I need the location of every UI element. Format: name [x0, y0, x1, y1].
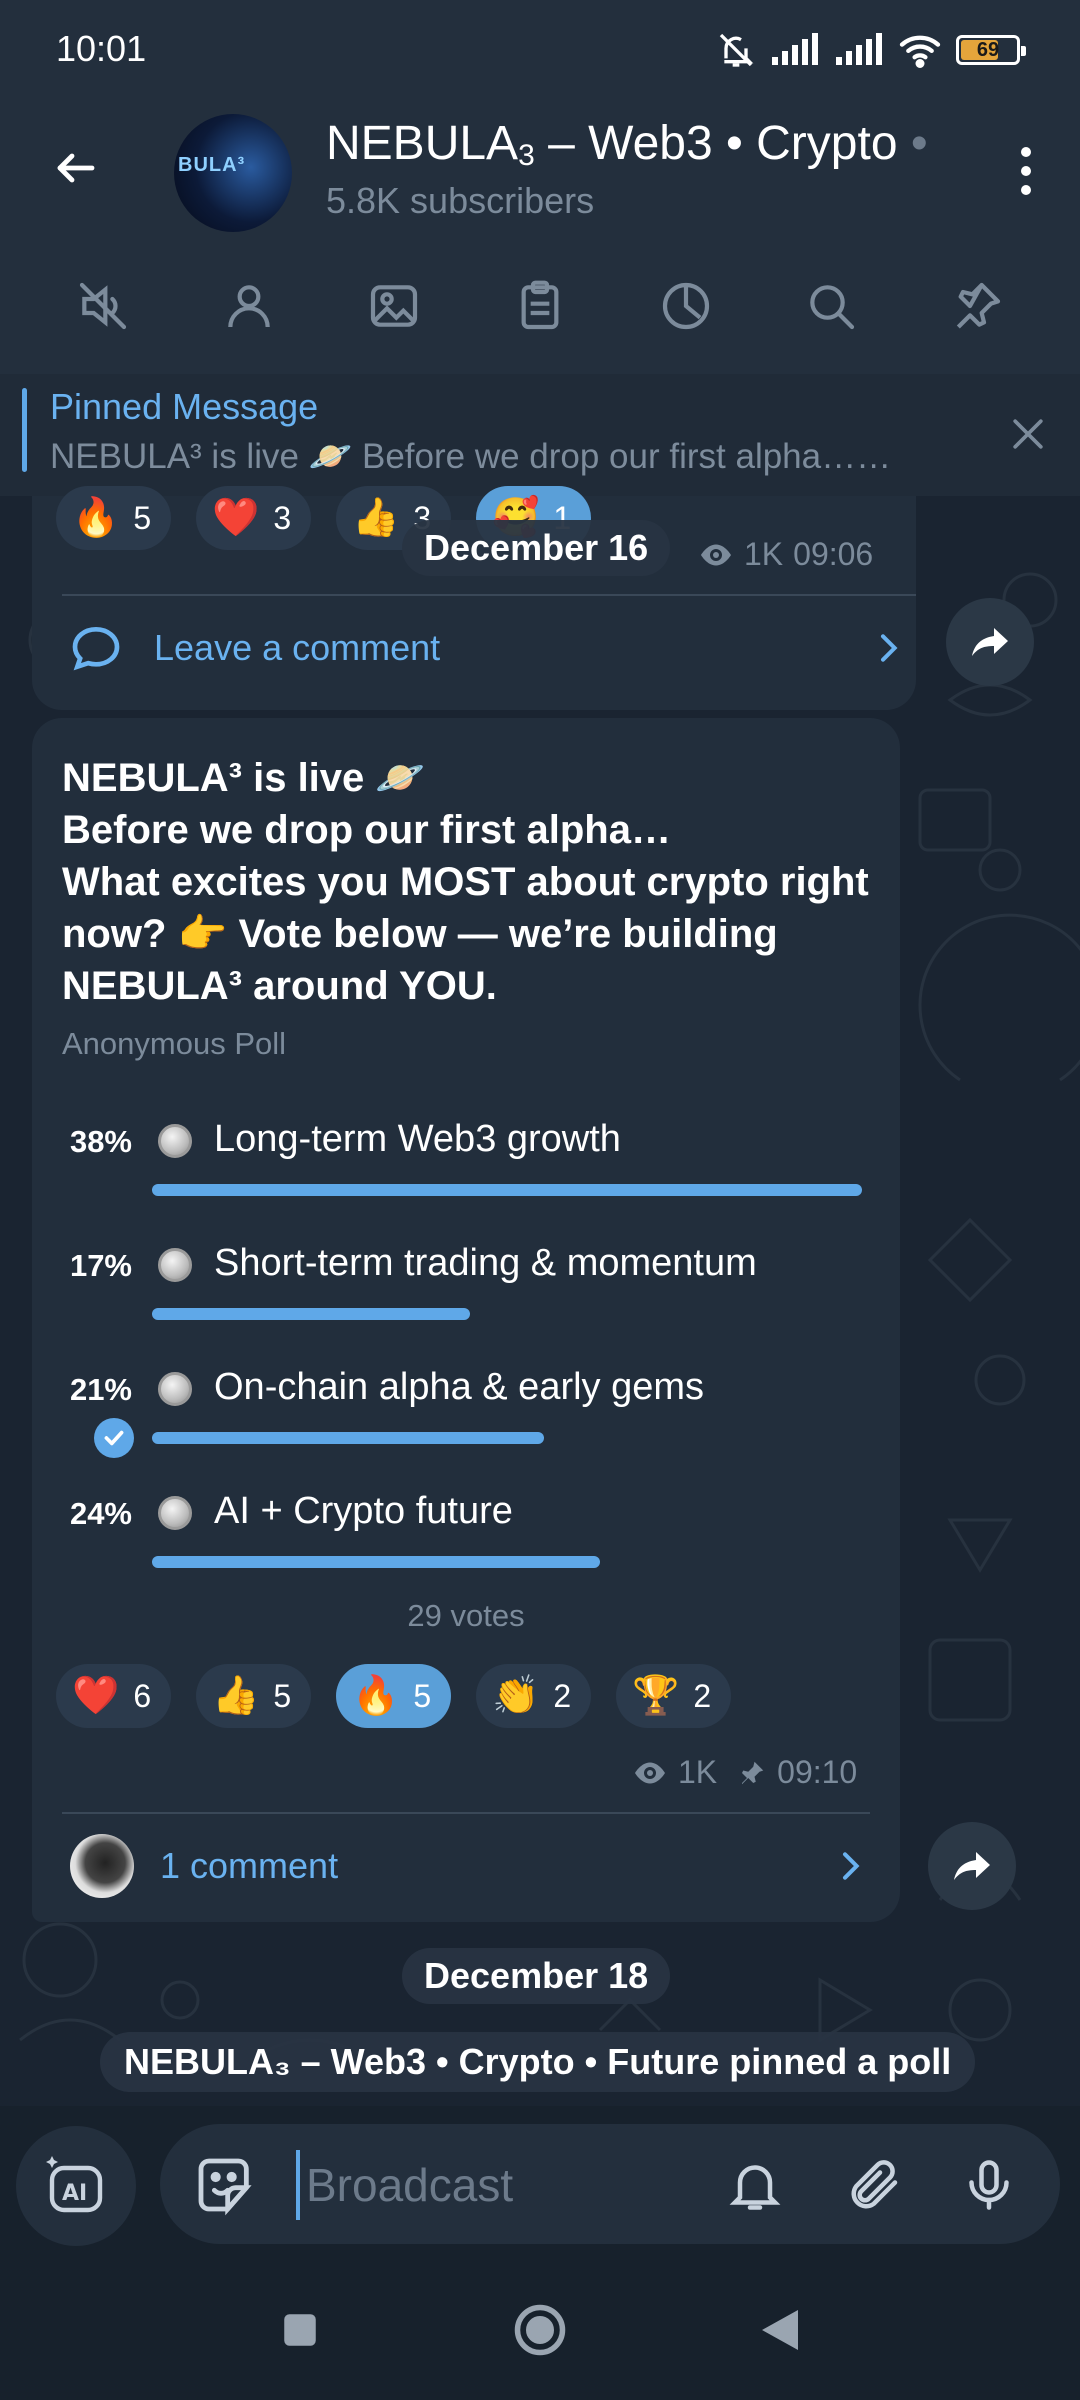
triangle-back-icon — [762, 2310, 798, 2350]
reaction-fire[interactable]: 🔥 5 — [56, 486, 172, 550]
bell-icon[interactable] — [720, 2150, 790, 2220]
svg-text:AI: AI — [62, 2181, 87, 2206]
comments-button[interactable]: 1 comment — [70, 1834, 870, 1898]
home-button[interactable] — [500, 2290, 580, 2370]
commenter-avatar — [70, 1834, 134, 1898]
radio-icon — [158, 1496, 192, 1530]
option-percent: 24% — [69, 1496, 132, 1531]
pinned-message-bar[interactable]: Pinned Message NEBULA³ is live 🪐 Before … — [0, 374, 1080, 496]
battery-icon: 69 — [956, 35, 1026, 65]
subscriber-count: 5.8K subscribers — [326, 180, 595, 221]
avatar-logo-text: BULA³ — [178, 154, 246, 176]
checkmark-icon — [94, 1418, 134, 1458]
square-icon — [284, 2314, 316, 2346]
radio-icon — [158, 1248, 192, 1282]
signal-icon-2 — [836, 33, 882, 65]
option-text: Short-term trading & momentum — [214, 1242, 757, 1284]
views-count: 1K — [678, 1754, 718, 1790]
media-icon[interactable] — [359, 271, 429, 341]
reaction-thumbs-up[interactable]: 👍 5 — [196, 1664, 312, 1728]
vote-count: 29 votes — [407, 1598, 525, 1633]
reaction-clap[interactable]: 👏 2 — [476, 1664, 592, 1728]
close-icon[interactable] — [1006, 412, 1050, 456]
poll-message-bubble: NEBULA³ is live 🪐 Before we drop our fir… — [32, 718, 900, 1922]
status-icons: 69 — [716, 28, 1026, 72]
date-chip: December 16 — [402, 520, 671, 576]
divider — [62, 1812, 870, 1814]
status-time: 10:01 — [56, 28, 147, 69]
arrow-left-icon — [57, 153, 95, 183]
radio-icon — [158, 1124, 192, 1158]
chevron-right-icon — [843, 1852, 860, 1880]
pinned-text: NEBULA³ is live 🪐 Before we drop our fir… — [50, 437, 892, 476]
attach-icon[interactable] — [840, 2150, 910, 2220]
message-time: 09:06 — [793, 536, 874, 572]
home-circle-icon — [514, 2304, 566, 2356]
bell-off-icon — [719, 33, 754, 67]
mute-icon[interactable] — [68, 271, 138, 341]
reaction-heart[interactable]: ❤️ 6 — [56, 1664, 172, 1728]
share-arrow-icon — [972, 628, 1008, 656]
sticker-icon[interactable] — [190, 2150, 260, 2220]
pinned-indicator — [22, 388, 27, 472]
broadcast-input[interactable] — [296, 2150, 696, 2220]
status-bar: 10:01 69 — [0, 0, 1080, 100]
recents-button[interactable] — [260, 2290, 340, 2370]
more-menu-button[interactable] — [996, 136, 1056, 206]
reaction-trophy[interactable]: 🏆 2 — [616, 1664, 732, 1728]
share-button[interactable] — [928, 1822, 1016, 1910]
radio-icon — [158, 1372, 192, 1406]
files-icon[interactable] — [505, 271, 575, 341]
message-meta: 1K 09:10 — [632, 1754, 857, 1791]
option-text: On-chain alpha & early gems — [214, 1366, 705, 1408]
eye-icon — [635, 1762, 665, 1783]
option-result-bar — [152, 1432, 544, 1444]
signal-icon — [772, 33, 818, 65]
message-time: 09:10 — [777, 1754, 858, 1790]
members-icon[interactable] — [214, 271, 284, 341]
back-button[interactable] — [44, 136, 108, 200]
stats-icon[interactable] — [651, 271, 721, 341]
pin-icon[interactable] — [942, 271, 1012, 341]
channel-header: 10:01 69 BULA³ NEBULA3 – Web3 • Crypto •… — [0, 0, 1080, 496]
reaction-heart[interactable]: ❤️ 3 — [196, 486, 312, 550]
app-bar: BULA³ NEBULA3 – Web3 • Crypto • 5.8K sub… — [0, 100, 1080, 240]
channel-tabs — [0, 258, 1080, 354]
channel-avatar[interactable]: BULA³ — [174, 114, 292, 232]
comment-icon — [72, 626, 120, 671]
message-meta: 1K 09:06 — [698, 536, 873, 573]
share-arrow-icon — [954, 1852, 990, 1880]
wifi-icon — [899, 35, 941, 68]
eye-icon — [701, 544, 731, 565]
service-message: NEBULA₃ – Web3 • Crypto • Future pinned … — [100, 2032, 976, 2092]
back-nav-button[interactable] — [740, 2290, 820, 2370]
ai-icon: AI — [46, 2156, 103, 2213]
option-result-bar — [152, 1556, 600, 1568]
poll-type-label: Anonymous Poll — [62, 1026, 287, 1061]
date-chip: December 18 — [402, 1948, 671, 2004]
pinned-small-icon — [742, 1761, 764, 1784]
share-button[interactable] — [946, 598, 1034, 686]
poll-question: NEBULA³ is live 🪐 Before we drop our fir… — [62, 756, 869, 1008]
option-percent: 17% — [69, 1248, 132, 1283]
option-text: Long-term Web3 growth — [214, 1118, 621, 1160]
option-text: AI + Crypto future — [214, 1490, 513, 1532]
reaction-fire[interactable]: 🔥 5 — [336, 1664, 452, 1728]
option-percent: 38% — [69, 1124, 132, 1159]
divider — [62, 594, 916, 596]
channel-title[interactable]: NEBULA3 – Web3 • Crypto • — [326, 116, 928, 173]
leave-comment-button[interactable]: Leave a comment — [68, 620, 908, 676]
views-count: 1K — [744, 536, 784, 572]
option-percent: 21% — [69, 1372, 132, 1407]
microphone-icon[interactable] — [954, 2150, 1024, 2220]
option-result-bar — [152, 1184, 862, 1196]
input-pill — [160, 2124, 1060, 2244]
option-result-bar — [152, 1308, 470, 1320]
search-icon[interactable] — [796, 271, 866, 341]
system-navigation-bar — [0, 2260, 1080, 2400]
chevron-right-icon — [881, 634, 898, 662]
ai-button[interactable]: AI — [16, 2126, 136, 2246]
pinned-title: Pinned Message — [50, 386, 319, 427]
